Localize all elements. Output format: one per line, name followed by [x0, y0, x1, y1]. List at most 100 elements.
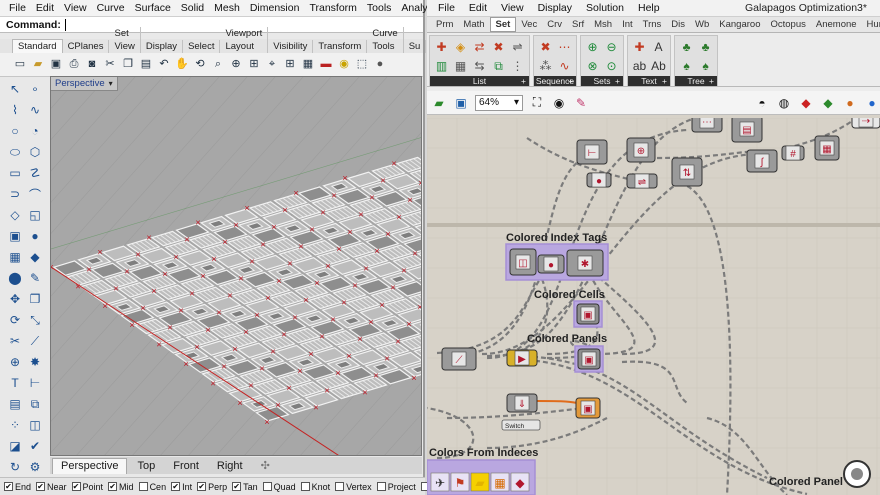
- fillet-icon[interactable]: ⌒: [26, 185, 44, 203]
- viewport-tab-perspective[interactable]: Perspective: [52, 458, 128, 474]
- text-join-icon[interactable]: A: [650, 38, 667, 55]
- osnap-point[interactable]: ✔ Point: [71, 482, 103, 492]
- polygon-icon[interactable]: ⬡: [26, 143, 44, 161]
- menu-solid[interactable]: Solid: [176, 0, 209, 17]
- split-list-icon[interactable]: ⧉: [490, 57, 507, 74]
- gh-tab-wb[interactable]: Wb: [690, 19, 714, 30]
- layer-icon[interactable]: ⧉: [26, 395, 44, 413]
- flatten-icon[interactable]: ♠: [678, 57, 695, 74]
- save-icon[interactable]: ▣: [48, 57, 64, 73]
- ribbon-group-label[interactable]: List +: [430, 76, 529, 86]
- osnap-checkbox[interactable]: [262, 482, 272, 491]
- gh-tab-math[interactable]: Math: [458, 19, 489, 30]
- gh-tab-trns[interactable]: Trns: [638, 19, 667, 30]
- lightbulb-icon[interactable]: ◉: [336, 57, 352, 73]
- menu-dimension[interactable]: Dimension: [245, 0, 305, 17]
- point-icon[interactable]: ∘: [26, 80, 44, 98]
- toolbar-tab-select[interactable]: Select: [183, 40, 221, 53]
- solid-tools-icon[interactable]: ◆: [26, 248, 44, 266]
- zoom-window-icon[interactable]: ⊕: [228, 57, 244, 73]
- gh-menu-file[interactable]: File: [431, 2, 462, 14]
- boolean-icon[interactable]: ⬤: [6, 269, 24, 287]
- toolbar-tab-transform[interactable]: Transform: [313, 40, 368, 53]
- text-icon[interactable]: T: [6, 374, 24, 392]
- osnap-checkbox[interactable]: ✔: [71, 482, 81, 491]
- gh-tab-human[interactable]: Human: [862, 19, 880, 30]
- osnap-checkbox[interactable]: ✔: [232, 482, 242, 491]
- osnap-checkbox[interactable]: ✔: [108, 482, 118, 491]
- concat-icon[interactable]: ✚: [631, 38, 648, 55]
- gh-menu-display[interactable]: Display: [531, 2, 579, 14]
- toolbar-tab-curve-tools[interactable]: Curve Tools: [367, 27, 404, 53]
- preview-wire-icon[interactable]: ◓: [754, 95, 770, 111]
- osnap-cen[interactable]: Cen: [138, 482, 166, 492]
- pan-hand-icon[interactable]: ✋: [174, 57, 190, 73]
- point-grid-icon[interactable]: ⁘: [6, 416, 24, 434]
- plane-icon[interactable]: ◇: [6, 206, 24, 224]
- zoom-icon[interactable]: ⌕: [210, 57, 226, 73]
- osnap-project[interactable]: Project: [376, 482, 416, 492]
- shift-icon[interactable]: ⇆: [471, 57, 488, 74]
- toolbar-tab-visibility[interactable]: Visibility: [268, 40, 314, 53]
- osnap-vertex[interactable]: Vertex: [335, 482, 372, 492]
- gh-tab-dis[interactable]: Dis: [666, 19, 690, 30]
- osnap-near[interactable]: ✔ Near: [36, 482, 67, 492]
- ribbon-group-label[interactable]: Tree +: [675, 76, 717, 86]
- menu-tools[interactable]: Tools: [362, 0, 397, 17]
- box-icon[interactable]: ▣: [6, 227, 24, 245]
- sphere-icon[interactable]: ●: [26, 227, 44, 245]
- polyline-icon[interactable]: ⌇: [6, 101, 24, 119]
- circle-icon[interactable]: ○: [6, 122, 24, 140]
- viewport-tab-top[interactable]: Top: [129, 459, 163, 474]
- gh-menu-view[interactable]: View: [494, 2, 531, 14]
- expand-plus-icon[interactable]: +: [709, 76, 714, 86]
- rotate-view-icon[interactable]: ⟲: [192, 57, 208, 73]
- command-line[interactable]: Command:: [0, 17, 423, 33]
- osnap-checkbox[interactable]: ✔: [36, 482, 46, 491]
- explode-icon[interactable]: ✸: [26, 353, 44, 371]
- toolbar-tab-display[interactable]: Display: [141, 40, 184, 53]
- osnap-mid[interactable]: ✔ Mid: [108, 482, 134, 492]
- toolbar-tab-standard[interactable]: Standard: [12, 39, 63, 53]
- trim-icon[interactable]: ✂: [6, 332, 24, 350]
- print-icon[interactable]: ⎙: [66, 57, 82, 73]
- random-icon[interactable]: ⁂: [537, 57, 554, 74]
- gh-tab-vec[interactable]: Vec: [516, 19, 542, 30]
- cull-icon[interactable]: ✖: [490, 38, 507, 55]
- menu-edit[interactable]: Edit: [31, 0, 59, 17]
- text-split-icon[interactable]: ab: [631, 57, 648, 74]
- osnap-checkbox[interactable]: [376, 482, 386, 491]
- gh-tab-prm[interactable]: Prm: [431, 19, 458, 30]
- options-icon[interactable]: ⚙: [26, 458, 44, 476]
- extrude-icon[interactable]: ◱: [26, 206, 44, 224]
- copy-icon[interactable]: ❐: [26, 290, 44, 308]
- curve-icon[interactable]: ∿: [26, 101, 44, 119]
- toolbar-tab-cplanes[interactable]: CPlanes: [63, 40, 110, 53]
- tree-branch-icon[interactable]: ♠: [697, 57, 714, 74]
- paste-icon[interactable]: ▤: [138, 57, 154, 73]
- series-icon[interactable]: ⋯: [556, 38, 573, 55]
- four-view-icon[interactable]: ⊞: [282, 57, 298, 73]
- expand-plus-icon[interactable]: +: [568, 76, 573, 86]
- lock-icon[interactable]: ▤: [6, 395, 24, 413]
- toolbar-tab-viewport-layout[interactable]: Viewport Layout: [220, 27, 269, 53]
- render-icon[interactable]: ◪: [6, 437, 24, 455]
- gh-tab-kangaroo[interactable]: Kangaroo: [714, 19, 765, 30]
- open-folder-icon[interactable]: ▰: [30, 57, 46, 73]
- copy-icon[interactable]: ❐: [120, 57, 136, 73]
- length-icon[interactable]: ▥: [433, 57, 450, 74]
- dimension-icon[interactable]: ⊢: [26, 374, 44, 392]
- join-icon[interactable]: ⊕: [6, 353, 24, 371]
- sort-icon[interactable]: ▦: [452, 57, 469, 74]
- pencil-icon[interactable]: ✎: [26, 269, 44, 287]
- ribbon-group-label[interactable]: Text +: [628, 76, 670, 86]
- viewport-title[interactable]: Perspective ▾: [51, 77, 118, 91]
- history-icon[interactable]: ↻: [6, 458, 24, 476]
- zoom-select[interactable]: 64% ▾: [475, 94, 523, 111]
- osnap-int[interactable]: ✔ Int: [171, 482, 192, 492]
- preview-eye-icon[interactable]: ◉: [551, 95, 567, 111]
- add-viewport-tab-icon[interactable]: ✣: [253, 459, 278, 474]
- rotate-icon[interactable]: ⟳: [6, 311, 24, 329]
- osnap-perp[interactable]: ✔ Perp: [197, 482, 227, 492]
- viewport-tab-right[interactable]: Right: [209, 459, 251, 474]
